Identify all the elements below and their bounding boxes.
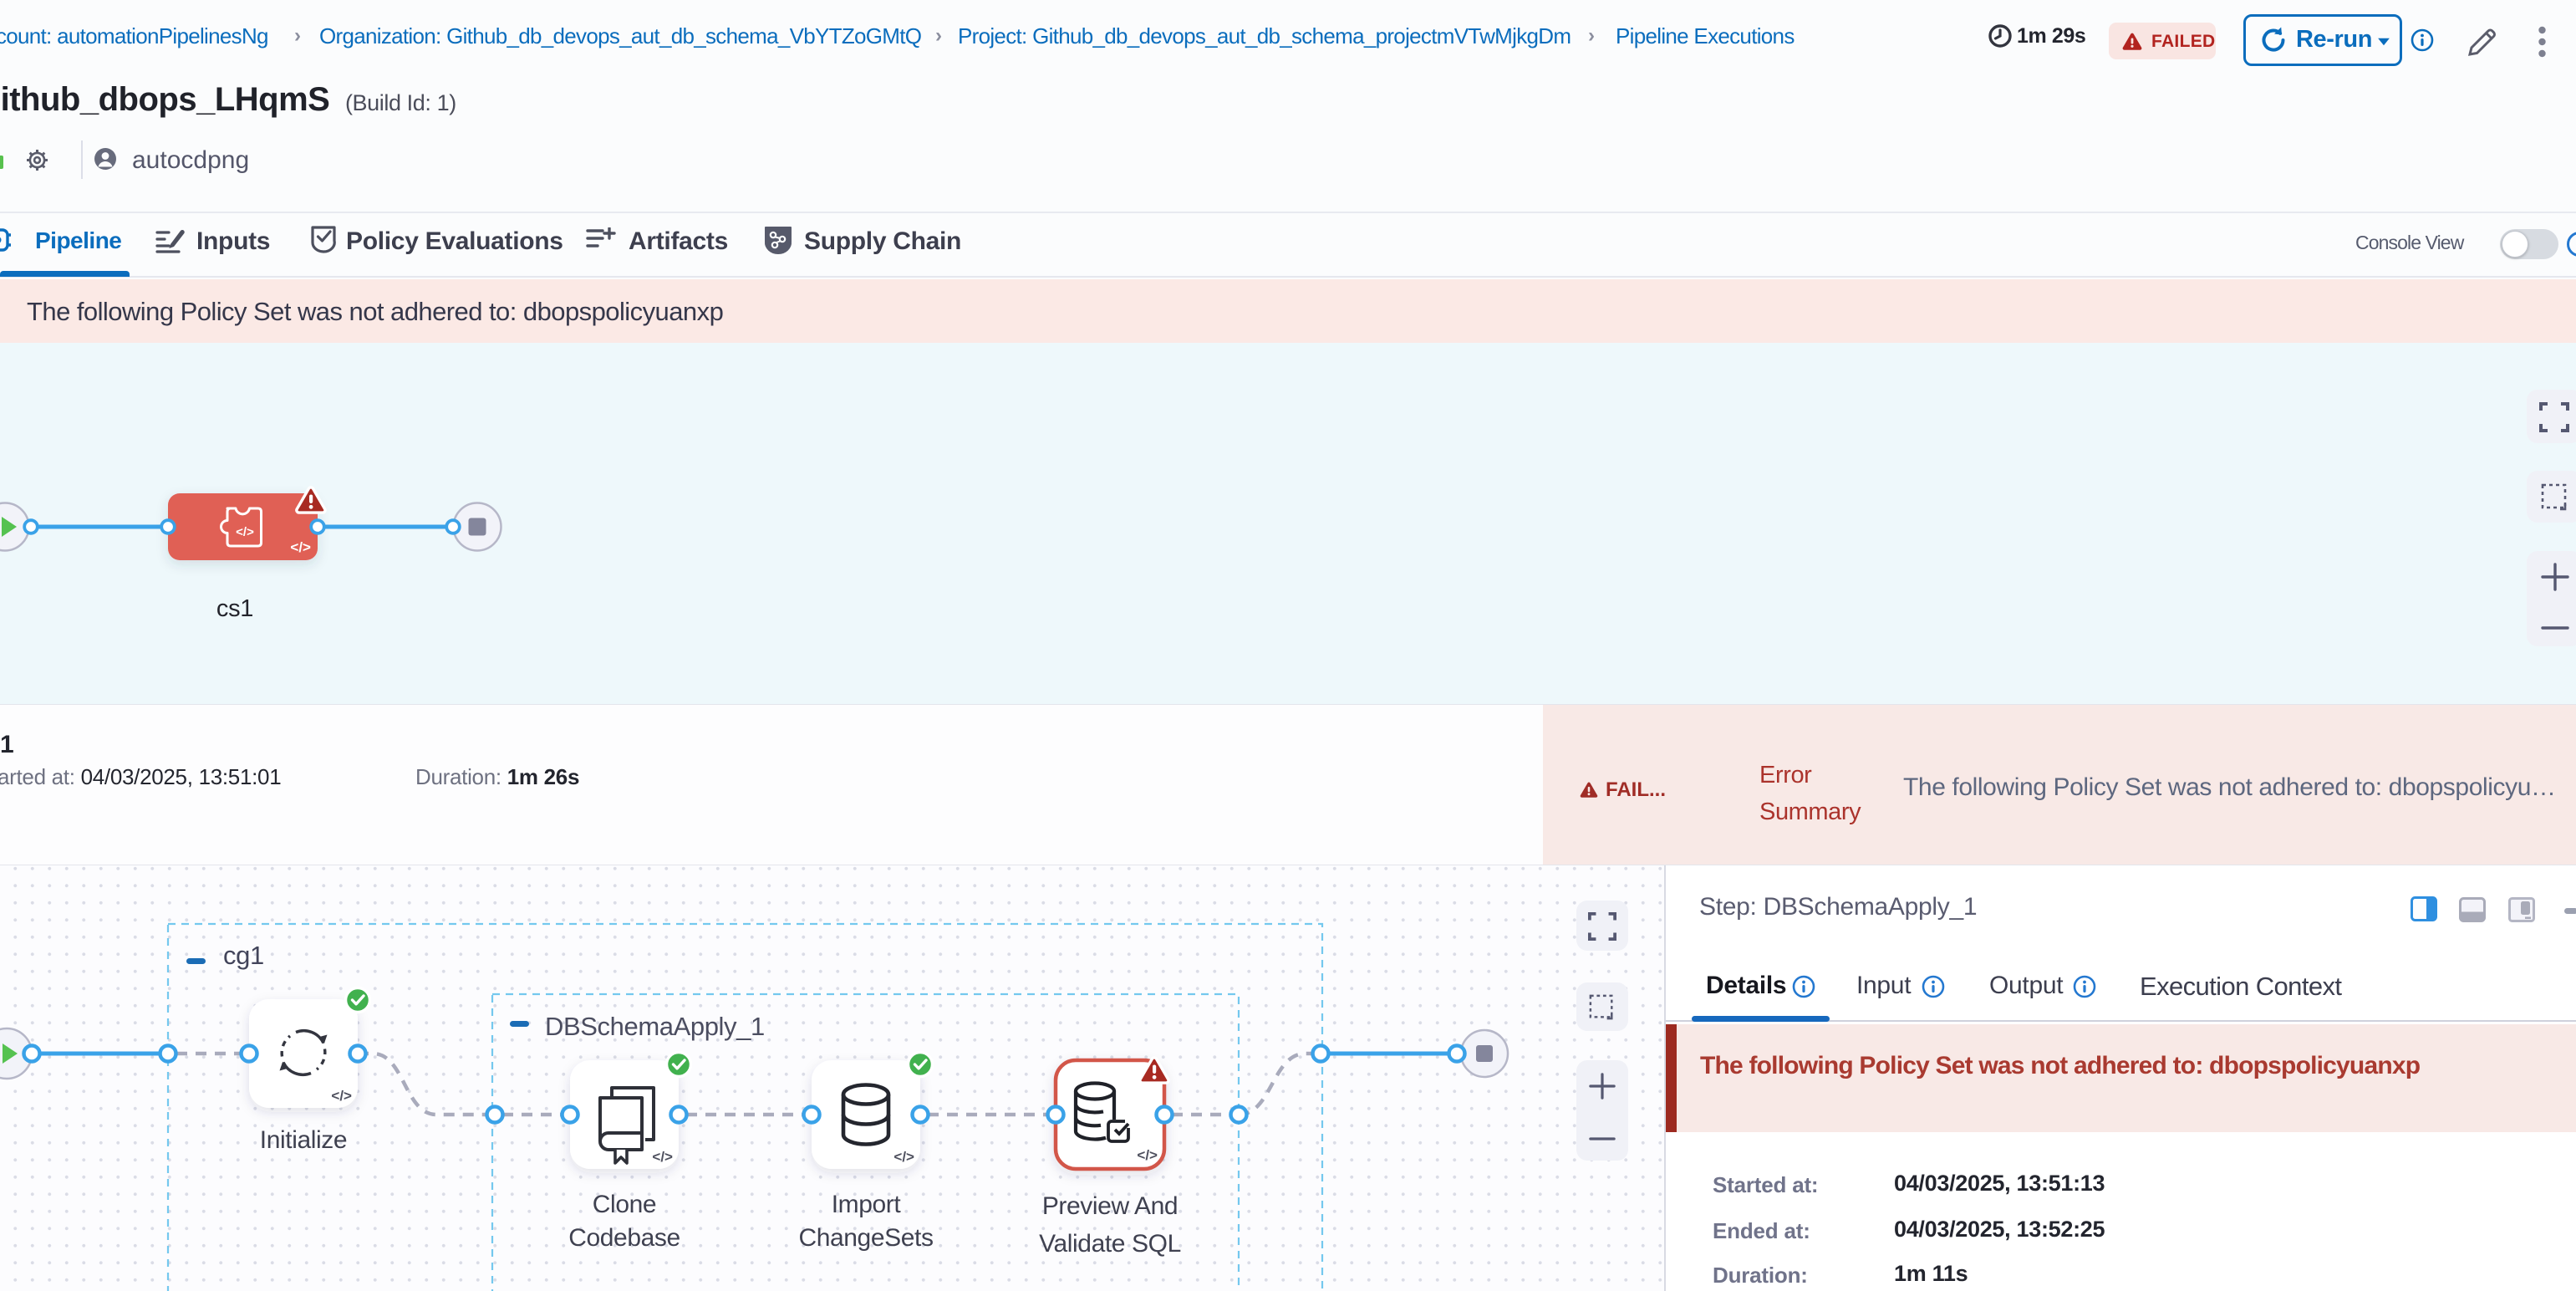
- svg-text:Import: Import: [832, 1191, 902, 1218]
- svg-text:</>: </>: [331, 1088, 352, 1104]
- svg-text:DBSchemaApply_1: DBSchemaApply_1: [545, 1012, 765, 1041]
- svg-text:</>: </>: [893, 1149, 914, 1165]
- svg-text:ChangeSets: ChangeSets: [798, 1224, 933, 1252]
- svg-text:Validate SQL: Validate SQL: [1039, 1230, 1181, 1258]
- svg-text:Clone: Clone: [593, 1191, 656, 1218]
- svg-text:Codebase: Codebase: [568, 1224, 680, 1252]
- svg-text:</>: </>: [290, 539, 311, 555]
- svg-text:Initialize: Initialize: [260, 1126, 347, 1154]
- svg-text:Preview And: Preview And: [1042, 1192, 1178, 1220]
- svg-text:cg1: cg1: [223, 941, 264, 970]
- svg-text:</>: </>: [652, 1149, 673, 1165]
- svg-text:cs1: cs1: [216, 595, 253, 622]
- svg-text:</>: </>: [1137, 1147, 1158, 1163]
- svg-text:</>: </>: [236, 525, 254, 539]
